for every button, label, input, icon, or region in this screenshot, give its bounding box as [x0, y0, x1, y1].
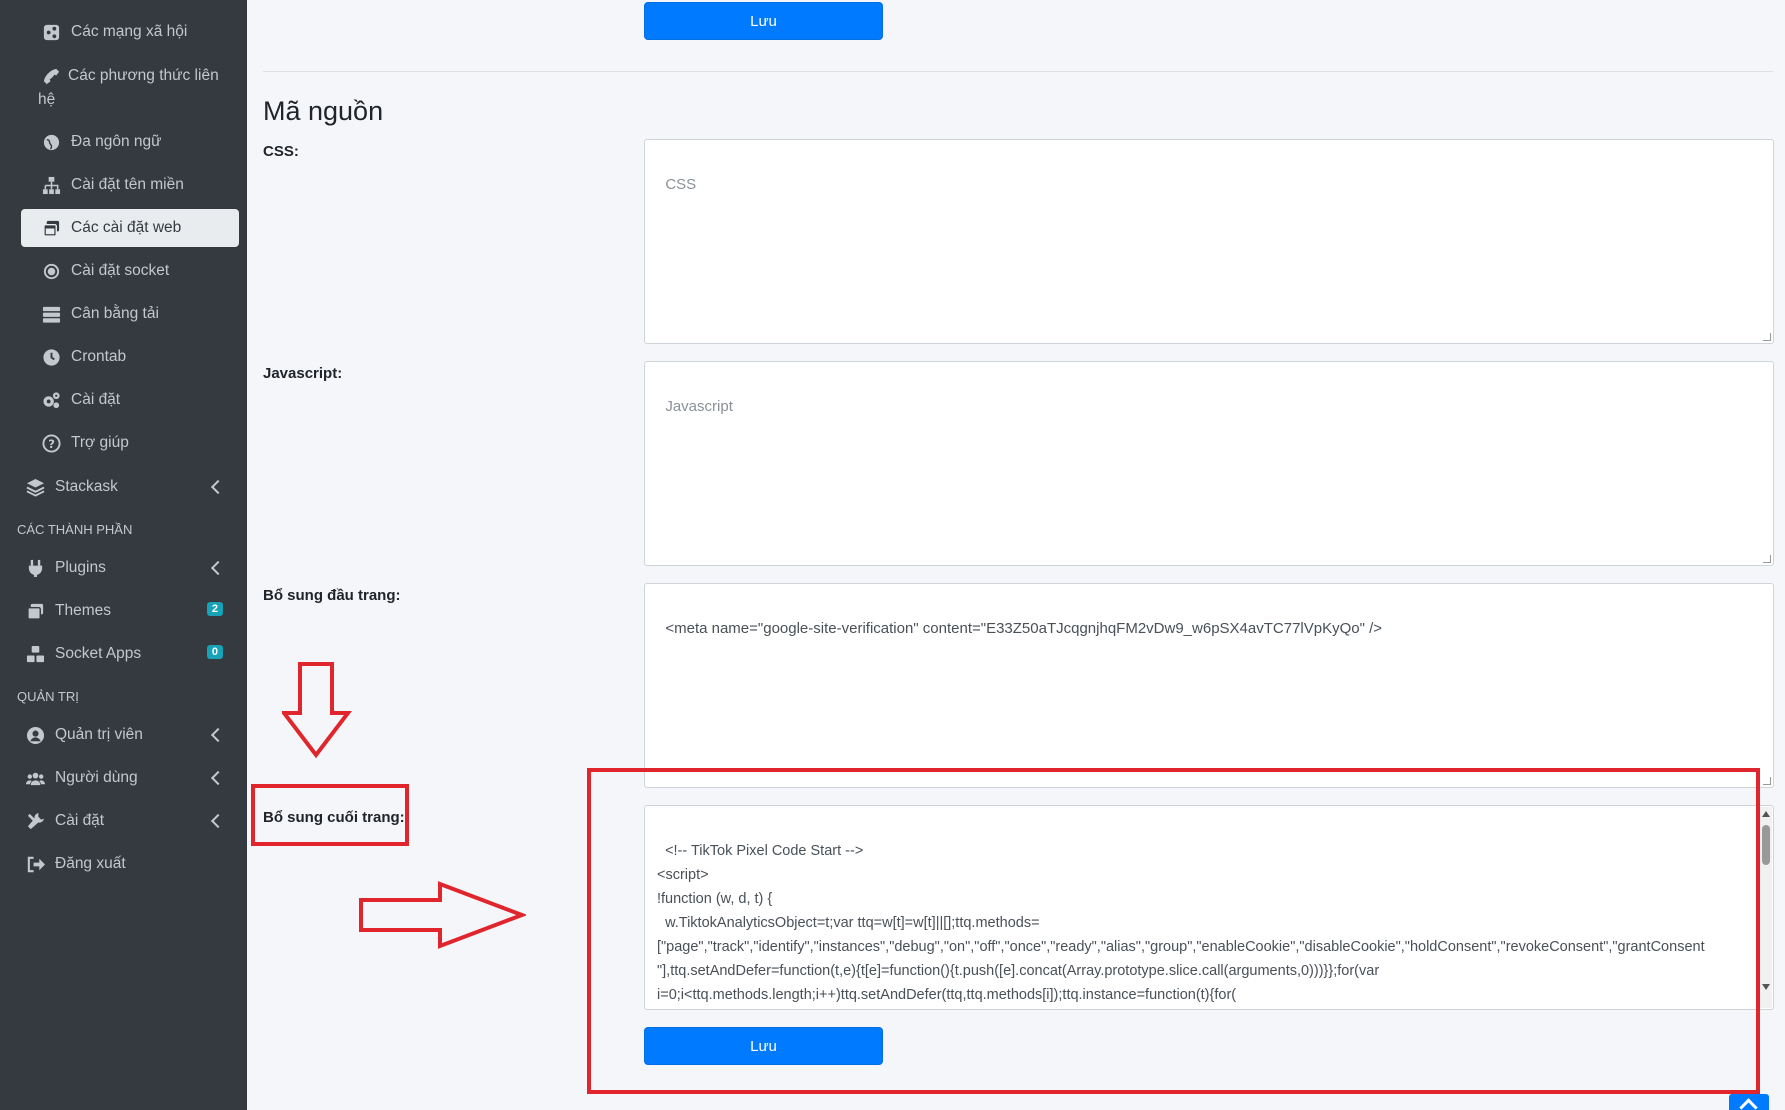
- window-icon: [40, 218, 62, 238]
- back-to-top-button[interactable]: [1729, 1094, 1769, 1110]
- footer-textarea-highlight: [587, 768, 1760, 1094]
- down-arrow-annotation: [282, 662, 352, 759]
- sidebar-section-admin: Quản trị: [17, 689, 79, 704]
- sidebar-item-plugins[interactable]: Plugins: [0, 558, 247, 578]
- sitemap-icon: [40, 175, 62, 195]
- sidebar-item-label: Các cài đặt web: [71, 219, 182, 236]
- page-section-title: Mã nguồn: [263, 96, 384, 126]
- chevron-left-icon: [210, 727, 226, 743]
- phone-icon: [40, 66, 62, 86]
- javascript-placeholder: Javascript: [665, 398, 733, 415]
- sidebar-item-crontab[interactable]: Crontab: [0, 347, 247, 367]
- resize-handle[interactable]: [1763, 555, 1771, 563]
- tools-icon: [24, 811, 46, 831]
- sidebar-item-admins[interactable]: Quản trị viên: [0, 725, 247, 745]
- sidebar-item-label: Trợ giúp: [71, 434, 129, 451]
- circle-dot-icon: [40, 261, 62, 281]
- sidebar-item-label: Cài đặt socket: [71, 262, 170, 279]
- sidebar-item-web-settings[interactable]: Các cài đặt web: [0, 218, 247, 238]
- sidebar-section-components: Các thành phần: [17, 522, 133, 537]
- sidebar-item-label: Đa ngôn ngữ: [71, 133, 162, 150]
- textarea-scrollbar[interactable]: [1758, 807, 1772, 1008]
- sidebar-item-load-balancing[interactable]: Cân bằng tải: [0, 304, 247, 324]
- sidebar-item-help[interactable]: ? Trợ giúp: [0, 433, 247, 453]
- sidebar-item-label: Quản trị viên: [55, 726, 143, 743]
- sign-out-icon: [24, 854, 46, 874]
- sidebar-item-contact-methods[interactable]: Các phương thức liên hệ: [0, 64, 225, 112]
- css-label: CSS:: [263, 143, 299, 160]
- css-textarea[interactable]: CSS: [644, 139, 1774, 344]
- sidebar-item-label: Themes: [55, 602, 111, 619]
- user-circle-icon: [24, 725, 46, 745]
- sidebar-item-label: Cài đặt: [55, 812, 105, 829]
- sidebar-item-logout[interactable]: Đăng xuất: [0, 854, 247, 874]
- share-icon: [40, 22, 62, 42]
- gears-icon: [40, 390, 62, 410]
- sidebar-item-socket-settings[interactable]: Cài đặt socket: [0, 261, 247, 281]
- sidebar-item-settings[interactable]: Cài đặt: [0, 390, 247, 410]
- cubes-icon: [24, 644, 46, 664]
- sidebar-item-label: Các phương thức liên hệ: [38, 67, 219, 108]
- sidebar-item-label: Plugins: [55, 559, 106, 576]
- sidebar: Các mạng xã hội Các phương thức liên hệ …: [0, 0, 247, 1110]
- question-icon: ?: [40, 433, 62, 453]
- resize-handle[interactable]: [1763, 777, 1771, 785]
- sidebar-item-languages[interactable]: Đa ngôn ngữ: [0, 132, 247, 152]
- sidebar-item-stackask[interactable]: Stackask: [0, 477, 247, 497]
- right-arrow-annotation: [359, 881, 526, 949]
- sidebar-item-label: Cân bằng tải: [71, 305, 159, 322]
- sidebar-item-label: Stackask: [55, 478, 118, 495]
- socket-apps-count-badge: 0: [206, 645, 223, 659]
- javascript-textarea[interactable]: Javascript: [644, 361, 1774, 566]
- server-icon: [40, 304, 62, 324]
- clock-icon: [40, 347, 62, 367]
- sidebar-item-admin-settings[interactable]: Cài đặt: [0, 811, 247, 831]
- sidebar-item-domain-settings[interactable]: Cài đặt tên miền: [0, 175, 247, 195]
- scroll-up-icon: [1762, 811, 1770, 817]
- sidebar-item-label: Đăng xuất: [55, 855, 126, 872]
- sidebar-item-label: Các mạng xã hội: [71, 23, 188, 40]
- sidebar-item-label: Cài đặt tên miền: [71, 176, 184, 193]
- layers-icon: [24, 477, 46, 497]
- plug-icon: [24, 558, 46, 578]
- sidebar-item-label: Crontab: [71, 348, 127, 365]
- sidebar-item-label: Người dùng: [55, 769, 138, 786]
- chevron-left-icon: [210, 813, 226, 829]
- chevron-left-icon: [210, 770, 226, 786]
- header-code-value: <meta name="google-site-verification" co…: [665, 620, 1383, 637]
- resize-handle[interactable]: [1763, 333, 1771, 341]
- window-icon: [24, 601, 46, 621]
- sidebar-item-label: Socket Apps: [55, 645, 142, 662]
- scroll-down-icon: [1762, 984, 1770, 990]
- sidebar-item-users[interactable]: Người dùng: [0, 768, 247, 788]
- javascript-label: Javascript:: [263, 365, 343, 382]
- chevron-left-icon: [210, 479, 226, 495]
- sidebar-item-socket-apps[interactable]: Socket Apps 0: [0, 644, 247, 664]
- sidebar-item-label: Cài đặt: [71, 391, 121, 408]
- scroll-thumb[interactable]: [1762, 825, 1770, 865]
- themes-count-badge: 2: [206, 602, 223, 616]
- sidebar-item-social-networks[interactable]: Các mạng xã hội: [0, 22, 247, 42]
- header-code-textarea[interactable]: <meta name="google-site-verification" co…: [644, 583, 1774, 788]
- divider: [263, 71, 1773, 72]
- save-button-top[interactable]: Lưu: [644, 2, 883, 40]
- globe-icon: [40, 132, 62, 152]
- chevron-left-icon: [210, 560, 226, 576]
- css-placeholder: CSS: [665, 176, 697, 193]
- footer-label-highlight: [251, 784, 409, 846]
- users-icon: [24, 768, 46, 788]
- sidebar-item-themes[interactable]: Themes 2: [0, 601, 247, 621]
- svg-text:?: ?: [48, 436, 55, 450]
- header-code-label: Bổ sung đầu trang:: [263, 587, 401, 604]
